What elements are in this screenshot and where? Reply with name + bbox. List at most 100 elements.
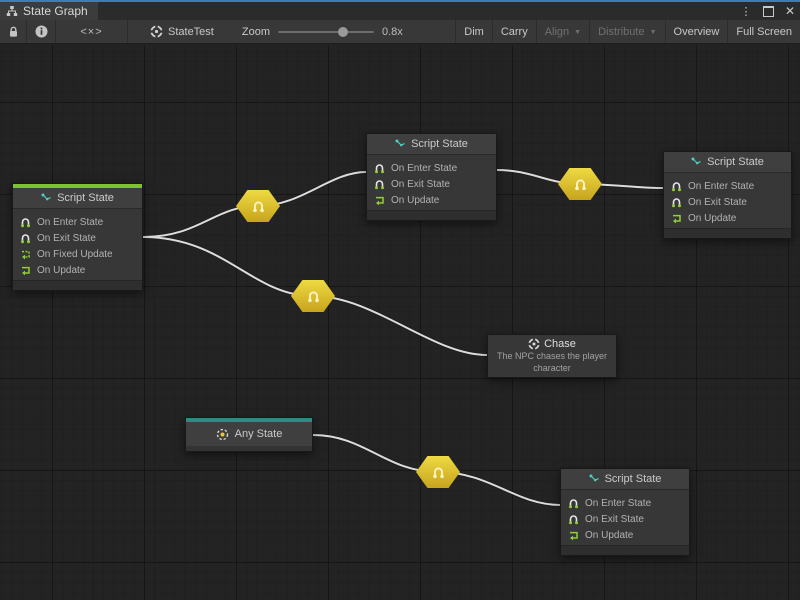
node-script-state-2[interactable]: Script State On Enter State On Exit Stat… [366,133,497,221]
code-icon: <×> [80,26,102,38]
transition-icon [432,466,445,479]
node-header: Script State [561,469,689,490]
node-header: Script State [13,188,142,209]
callback-row: On Exit State [664,194,791,210]
update-icon [568,530,579,541]
script-state-icon [691,157,702,168]
node-any-state[interactable]: Any State [185,417,313,452]
graph-icon [6,5,18,17]
callback-label: On Exit State [391,179,450,190]
callback-row: On Update [13,262,142,278]
callback-label: On Fixed Update [37,249,113,260]
callback-label: On Exit State [688,197,747,208]
transition-node-2[interactable] [558,168,602,200]
distribute-dropdown[interactable]: Distribute ▼ [590,20,665,43]
node-title: Script State [707,156,764,168]
node-body: On Enter State On Exit State On Update [561,490,689,545]
chevron-down-icon: ▼ [574,29,581,36]
toolbar: <×> StateTest Zoom 0.8x Dim Carry Align … [0,20,800,44]
tab-title: State Graph [23,4,88,18]
node-script-state-4[interactable]: Script State On Enter State On Exit Stat… [560,468,690,556]
update-icon [20,265,31,276]
maximize-icon[interactable] [762,4,774,18]
window-menu-icon[interactable]: ⋮ [740,4,752,18]
callback-row: On Exit State [367,176,496,192]
node-script-state-1[interactable]: Script State On Enter State On Exit Stat… [12,183,143,291]
callback-row: On Update [561,527,689,543]
enter-state-icon [374,163,385,174]
zoom-slider[interactable] [278,20,374,43]
graph-canvas[interactable]: Script State On Enter State On Exit Stat… [0,45,800,600]
callback-row: On Enter State [367,160,496,176]
callback-label: On Enter State [37,217,103,228]
toolbar-spacer [409,20,455,43]
callback-label: On Enter State [585,498,651,509]
node-footer [367,210,496,220]
exit-state-icon [20,233,31,244]
node-subtitle: The NPC chases the player character [493,351,611,374]
zoom-slider-track[interactable] [278,31,374,33]
script-state-icon [41,193,52,204]
zoom-slider-thumb[interactable] [338,27,348,37]
node-footer [13,280,142,290]
callback-row: On Enter State [561,495,689,511]
align-dropdown[interactable]: Align ▼ [537,20,590,43]
zoom-label: Zoom [242,26,270,38]
node-title: Script State [605,473,662,485]
node-header: Chase [528,338,576,350]
callback-row: On Update [367,192,496,208]
state-graph-window: State Graph ⋮ ✕ <×> [0,0,800,600]
transition-node-1[interactable] [236,190,280,222]
titlebar: State Graph ⋮ ✕ [0,0,800,20]
callback-row: On Exit State [561,511,689,527]
node-header: Script State [664,152,791,173]
node-title: Script State [411,138,468,150]
code-button[interactable]: <×> [56,20,128,43]
transition-icon [252,200,265,213]
exit-state-icon [374,179,385,190]
graph-asset-name: StateTest [168,26,214,38]
zoom-value: 0.8x [382,26,403,38]
enter-state-icon [20,217,31,228]
callback-label: On Exit State [585,514,644,525]
exit-state-icon [671,197,682,208]
dim-button[interactable]: Dim [455,20,493,43]
callback-label: On Update [585,530,633,541]
callback-label: On Enter State [688,181,754,192]
window-focus-accent [0,0,800,2]
callback-row: On Enter State [664,178,791,194]
zoom-control: Zoom 0.8x [236,20,409,43]
move-icon [150,25,163,38]
node-body: On Enter State On Exit State On Fixed Up… [13,209,142,280]
callback-label: On Update [37,265,85,276]
lock-button[interactable] [0,20,27,43]
graph-asset-button[interactable]: StateTest [142,20,222,43]
node-footer [561,545,689,555]
transition-icon [307,290,320,303]
info-button[interactable] [27,20,56,43]
info-icon [35,25,48,38]
enter-state-icon [568,498,579,509]
update-icon [374,195,385,206]
move-icon [528,338,540,350]
fullscreen-button[interactable]: Full Screen [728,20,800,43]
carry-button[interactable]: Carry [493,20,537,43]
overview-button[interactable]: Overview [666,20,729,43]
window-controls: ⋮ ✕ [740,2,796,20]
node-footer [186,446,312,451]
any-state-icon [216,428,229,441]
align-label: Align [545,26,569,38]
callback-row: On Fixed Update [13,246,142,262]
node-script-state-3[interactable]: Script State On Enter State On Exit Stat… [663,151,792,239]
transition-node-4[interactable] [416,456,460,488]
transition-node-3[interactable] [291,280,335,312]
chevron-down-icon: ▼ [650,29,657,36]
close-icon[interactable]: ✕ [784,4,796,18]
node-title: Chase [544,338,576,350]
node-chase[interactable]: Chase The NPC chases the player characte… [487,334,617,378]
callback-label: On Update [391,195,439,206]
update-icon [671,213,682,224]
transition-icon [574,178,587,191]
tab-state-graph[interactable]: State Graph [0,2,98,20]
lock-icon [8,26,19,38]
